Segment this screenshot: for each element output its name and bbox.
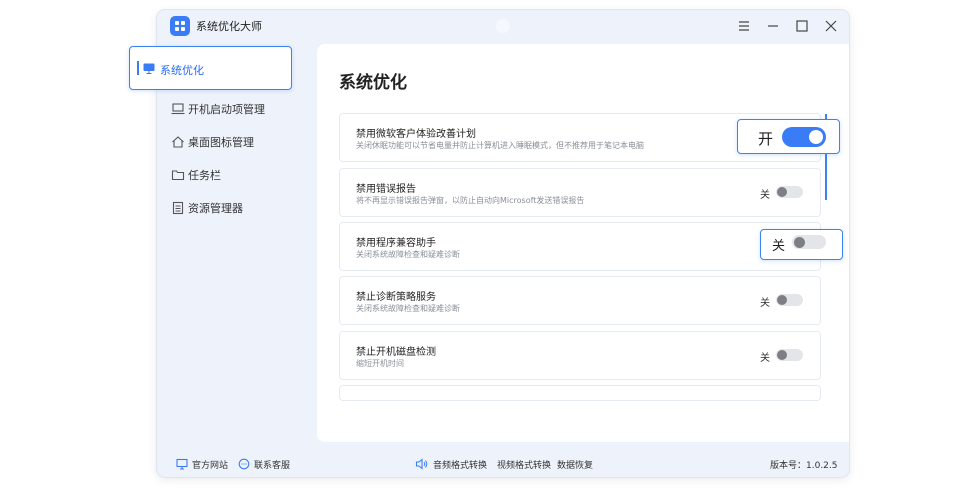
sidebar-item-system-optimize[interactable]: 系统优化 (129, 46, 292, 90)
chat-icon (238, 458, 250, 470)
video-convert-label: 视频格式转换 (497, 460, 552, 471)
sidebar-item-label: 开机启动项管理 (188, 103, 265, 116)
toggle-switch-on[interactable] (782, 127, 826, 147)
setting-title: 禁用程序兼容助手 (356, 238, 436, 249)
sidebar-item-desktop-icons[interactable]: 桌面图标管理 (157, 125, 312, 157)
sidebar-item-label: 任务栏 (188, 169, 221, 182)
setting-title: 禁止诊断策略服务 (356, 292, 436, 303)
maximize-icon[interactable] (792, 16, 812, 36)
close-icon[interactable] (821, 16, 841, 36)
sidebar-item-label: 桌面图标管理 (188, 136, 254, 149)
audio-convert-link[interactable]: 音频格式转换 (415, 454, 487, 474)
toggle-switch[interactable] (776, 294, 803, 306)
sidebar-item-startup[interactable]: 开机启动项管理 (157, 92, 312, 124)
setting-row-compat-assistant: 禁用程序兼容助手 关闭系统故障检查和疑难诊断 (339, 222, 821, 271)
video-convert-link[interactable]: 视频格式转换 (497, 454, 551, 474)
app-logo-icon (170, 16, 190, 36)
support-link[interactable]: 联系客服 (238, 454, 290, 474)
sidebar-item-explorer[interactable]: 资源管理器 (157, 191, 312, 223)
minimize-icon[interactable] (763, 16, 783, 36)
setting-row-error-report: 禁用错误报告 将不再显示错误报告弹窗，以防止自动向Microsoft发送错误报告… (339, 168, 821, 217)
setting-title: 禁止开机磁盘检测 (356, 347, 436, 358)
sidebar-item-label: 系统优化 (160, 64, 204, 77)
toggle-knob (777, 187, 787, 197)
data-recovery-link[interactable]: 数据恢复 (557, 454, 593, 474)
title-bar: 系统优化大师 (157, 10, 849, 42)
selection-indicator (137, 61, 139, 75)
page-title: 系统优化 (339, 73, 407, 93)
laptop-icon (171, 103, 185, 115)
title-dot (496, 19, 510, 33)
toggle-switch[interactable] (776, 349, 803, 361)
toggle-switch[interactable] (776, 186, 803, 198)
setting-desc: 关闭系统故障检查和疑难诊断 (356, 304, 460, 313)
version-label: 版本号：1.0.2.5 (770, 460, 838, 471)
setting-desc: 关闭休眠功能可以节省电量并防止计算机进入睡眠模式，但不推荐用于笔记本电脑 (356, 141, 644, 150)
toggle-knob (794, 237, 805, 248)
monitor-icon (143, 63, 155, 74)
toggle-state-label: 关 (760, 298, 770, 309)
footer: 官方网站 联系客服 音频格式转换 视频格式转换 数据恢复 版本号：1.0.2.5 (157, 450, 849, 477)
app-title: 系统优化大师 (196, 20, 262, 33)
document-icon (172, 201, 184, 215)
toggle-state-label: 关 (772, 239, 786, 254)
toggle-state-label: 关 (760, 353, 770, 364)
speaker-icon (415, 458, 428, 470)
toggle-state-label: 关 (760, 190, 770, 201)
monitor-icon (176, 458, 188, 470)
toggle-knob (809, 130, 823, 144)
toggle-state-label: 开 (758, 130, 774, 148)
data-recovery-label: 数据恢复 (557, 460, 594, 471)
sidebar-item-label: 资源管理器 (188, 202, 243, 215)
version-text: 版本号：1.0.2.5 (770, 454, 838, 474)
sidebar-item-taskbar[interactable]: 任务栏 (157, 158, 312, 190)
home-icon (172, 136, 184, 148)
setting-desc: 关闭系统故障检查和疑难诊断 (356, 250, 460, 259)
menu-icon[interactable] (734, 16, 754, 36)
website-link[interactable]: 官方网站 (176, 454, 228, 474)
toggle-knob (777, 295, 787, 305)
setting-desc: 将不再显示错误报告弹窗，以防止自动向Microsoft发送错误报告 (356, 196, 585, 205)
website-label: 官方网站 (192, 460, 229, 471)
toggle-compat-assistant[interactable]: 关 (760, 229, 843, 260)
folder-icon (171, 170, 185, 181)
setting-row-boot-disk-check: 禁止开机磁盘检测 缩短开机时间 关 (339, 331, 821, 380)
toggle-ceip[interactable]: 开 (737, 119, 840, 154)
setting-desc: 缩短开机时间 (356, 359, 404, 368)
setting-title: 禁用微软客户体验改善计划 (356, 129, 476, 140)
toggle-knob (777, 350, 787, 360)
setting-title: 禁用错误报告 (356, 184, 416, 195)
setting-row-partial (339, 385, 821, 401)
toggle-switch-off[interactable] (792, 235, 826, 249)
audio-convert-label: 音频格式转换 (433, 460, 488, 471)
support-label: 联系客服 (254, 460, 291, 471)
setting-row-diag-policy: 禁止诊断策略服务 关闭系统故障检查和疑难诊断 关 (339, 276, 821, 325)
